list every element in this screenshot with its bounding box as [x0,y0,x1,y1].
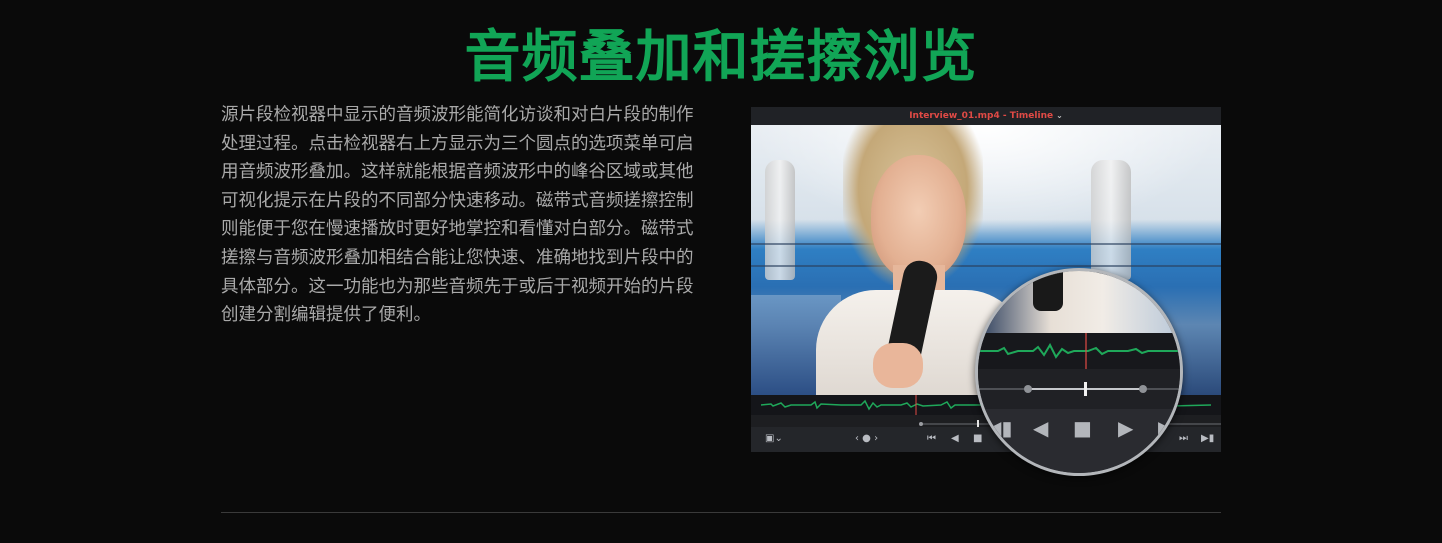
skip-to-end-icon: ▶ [1158,416,1174,440]
page-title: 音频叠加和搓擦浏览 [464,25,978,90]
skip-to-end-icon[interactable]: ⏭ [1179,431,1188,447]
play-reverse-icon[interactable]: ◀ [951,431,959,447]
play-reverse-icon: ◀ [1033,416,1049,440]
skip-to-start-icon[interactable]: ⏮ [927,431,936,447]
magnified-waveform [978,333,1180,369]
feature-description: 源片段检视器中显示的音频波形能简化访谈和对白片段的制作处理过程。点击检视器右上方… [221,105,694,326]
magnified-scrub-bar [978,369,1180,409]
skip-to-start-icon: ◀▮ [986,416,1013,440]
umbrella-decoration [1091,160,1131,280]
stop-icon: ■ [1073,416,1092,440]
jog-wheel-icon[interactable]: ‹ ● › [855,431,878,447]
viewer-titlebar[interactable]: Interview_01.mp4 - Timeline ⌄ [751,107,1221,125]
viewer-title: Interview_01.mp4 - Timeline [909,111,1054,121]
play-icon: ▶ [1118,416,1134,440]
umbrella-decoration [765,160,795,280]
magnifier-callout: ◀▮ ◀ ■ ▶ ▶ [975,268,1183,476]
chevron-down-icon[interactable]: ⌄ [1056,111,1063,120]
section-divider [221,512,1221,513]
viewer-mode-icon[interactable]: ▣⌄ [765,431,783,447]
next-clip-icon[interactable]: ▶▮ [1201,431,1214,447]
